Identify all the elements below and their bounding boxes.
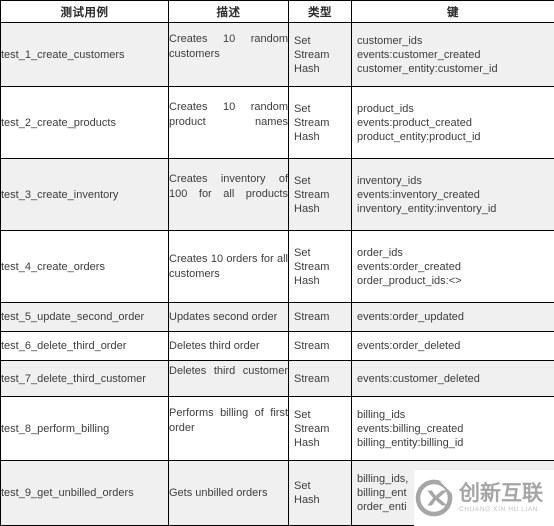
table-row: test_7_delete_third_customer Deletes thir…: [0, 360, 554, 397]
cell-key-list: inventory_ids events:inventory_created inv…: [351, 158, 554, 231]
cell-description: Performs billing of first order: [168, 396, 289, 461]
cell-test-case: test_1_create_customers: [0, 22, 169, 87]
table-row: test_3_create_inventory Creates inventory…: [0, 158, 554, 231]
cell-description: Deletes third customer: [168, 360, 289, 397]
type-value: Hash: [294, 436, 320, 449]
cell-test-case: test_6_delete_third_order: [0, 331, 169, 361]
key-value: billing_ids,: [357, 473, 409, 485]
key-value: product_ids: [357, 102, 414, 115]
type-value: Stream: [294, 340, 330, 352]
key-value: product_entity:product_id: [357, 130, 481, 143]
table-row: test_9_get_unbilled_orders Gets unbilled …: [0, 460, 554, 526]
cell-description: Updates second order: [168, 302, 289, 332]
cell-test-case: test_9_get_unbilled_orders: [0, 460, 169, 526]
cell-description: Gets unbilled orders: [168, 460, 289, 526]
column-header-type: 类型: [288, 0, 352, 23]
column-header-test-case: 测试用例: [0, 0, 169, 23]
type-value: Stream: [294, 260, 330, 273]
cell-type-list: Stream: [288, 331, 352, 361]
column-header-key: 键: [351, 0, 554, 23]
cell-type-list: Set Hash: [288, 460, 352, 526]
type-value: Stream: [294, 116, 330, 129]
table-row: test_8_perform_billing Performs billing o…: [0, 396, 554, 461]
table-row: test_4_create_orders Creates 10 orders fo…: [0, 230, 554, 303]
type-value: Hash: [294, 130, 320, 143]
cell-key-list: events:order_updated: [351, 302, 554, 332]
type-value: Hash: [294, 494, 320, 506]
table-row: test_5_update_second_order Updates second…: [0, 302, 554, 332]
column-header-description: 描述: [168, 0, 289, 23]
key-value: customer_ids: [357, 34, 423, 47]
cell-description: Deletes third order: [168, 331, 289, 361]
type-value: Hash: [294, 202, 320, 215]
cell-test-case: test_3_create_inventory: [0, 158, 169, 231]
table-row: test_2_create_products Creates 10 random …: [0, 86, 554, 159]
cell-type-list: Set Stream Hash: [288, 230, 352, 303]
key-value: customer_entity:customer_id: [357, 62, 498, 75]
type-value: Hash: [294, 62, 320, 75]
cell-test-case: test_7_delete_third_customer: [0, 360, 169, 397]
key-value: billing_ids: [357, 408, 406, 421]
cell-key-list: customer_ids events:customer_created custo…: [351, 22, 554, 87]
cell-test-case: test_4_create_orders: [0, 230, 169, 303]
key-value: billing_entity:billing_id: [357, 436, 464, 449]
type-value: Stream: [294, 422, 330, 435]
cell-description: Creates 10 orders for all customers: [168, 230, 289, 303]
cell-type-list: Stream: [288, 302, 352, 332]
key-value: inventory_ids: [357, 174, 422, 187]
cell-type-list: Set Stream Hash: [288, 86, 352, 159]
type-value: Stream: [294, 188, 330, 201]
cell-type-list: Stream: [288, 360, 352, 397]
key-value: events:billing_created: [357, 422, 464, 435]
cell-description: Creates inventory of 100 for all product…: [168, 158, 289, 231]
type-value: Hash: [294, 274, 320, 287]
table-header-row: 测试用例 描述 类型 键: [0, 0, 554, 23]
cell-description: Creates 10 random product names: [168, 86, 289, 159]
type-value: Set: [294, 34, 311, 47]
key-value: events:order_deleted: [357, 340, 461, 352]
table-row: test_6_delete_third_order Deletes third o…: [0, 331, 554, 361]
cell-key-list: events:order_deleted: [351, 331, 554, 361]
type-value: Set: [294, 408, 311, 421]
cell-description: Creates 10 random customers: [168, 22, 289, 87]
cell-type-list: Set Stream Hash: [288, 158, 352, 231]
key-value: events:order_updated: [357, 311, 465, 323]
key-value: events:inventory_created: [357, 188, 480, 201]
type-value: Set: [294, 102, 311, 115]
cell-test-case: test_8_perform_billing: [0, 396, 169, 461]
key-value: events:customer_deleted: [357, 372, 480, 385]
key-value: billing_ent: [357, 487, 407, 499]
table-body: test_1_create_customers Creates 10 random…: [0, 22, 554, 526]
type-value: Stream: [294, 48, 330, 61]
key-value: inventory_entity:inventory_id: [357, 202, 497, 215]
cell-key-list: product_ids events:product_created product…: [351, 86, 554, 159]
table-header: 测试用例 描述 类型 键: [0, 0, 554, 23]
key-value: order_product_ids:<>: [357, 274, 462, 287]
cell-test-case: test_5_update_second_order: [0, 302, 169, 332]
cell-test-case: test_2_create_products: [0, 86, 169, 159]
cell-key-list: billing_ids, billing_ent order_enti: [351, 460, 554, 526]
type-value: Set: [294, 174, 311, 187]
key-value: events:customer_created: [357, 48, 481, 61]
cell-key-list: billing_ids events:billing_created billing…: [351, 396, 554, 461]
cell-key-list: events:customer_deleted: [351, 360, 554, 397]
type-value: Stream: [294, 311, 330, 323]
table-row: test_1_create_customers Creates 10 random…: [0, 22, 554, 87]
test-case-spec-table: 测试用例 描述 类型 键 test_1_create_customers Crea…: [0, 0, 554, 526]
cell-key-list: order_ids events:order_created order_produ…: [351, 230, 554, 303]
type-value: Set: [294, 480, 311, 492]
key-value: order_ids: [357, 246, 403, 259]
key-value: events:product_created: [357, 116, 472, 129]
type-value: Set: [294, 246, 311, 259]
cell-type-list: Set Stream Hash: [288, 396, 352, 461]
type-value: Stream: [294, 372, 330, 385]
key-value: events:order_created: [357, 260, 461, 273]
key-value: order_enti: [357, 501, 407, 513]
cell-type-list: Set Stream Hash: [288, 22, 352, 87]
